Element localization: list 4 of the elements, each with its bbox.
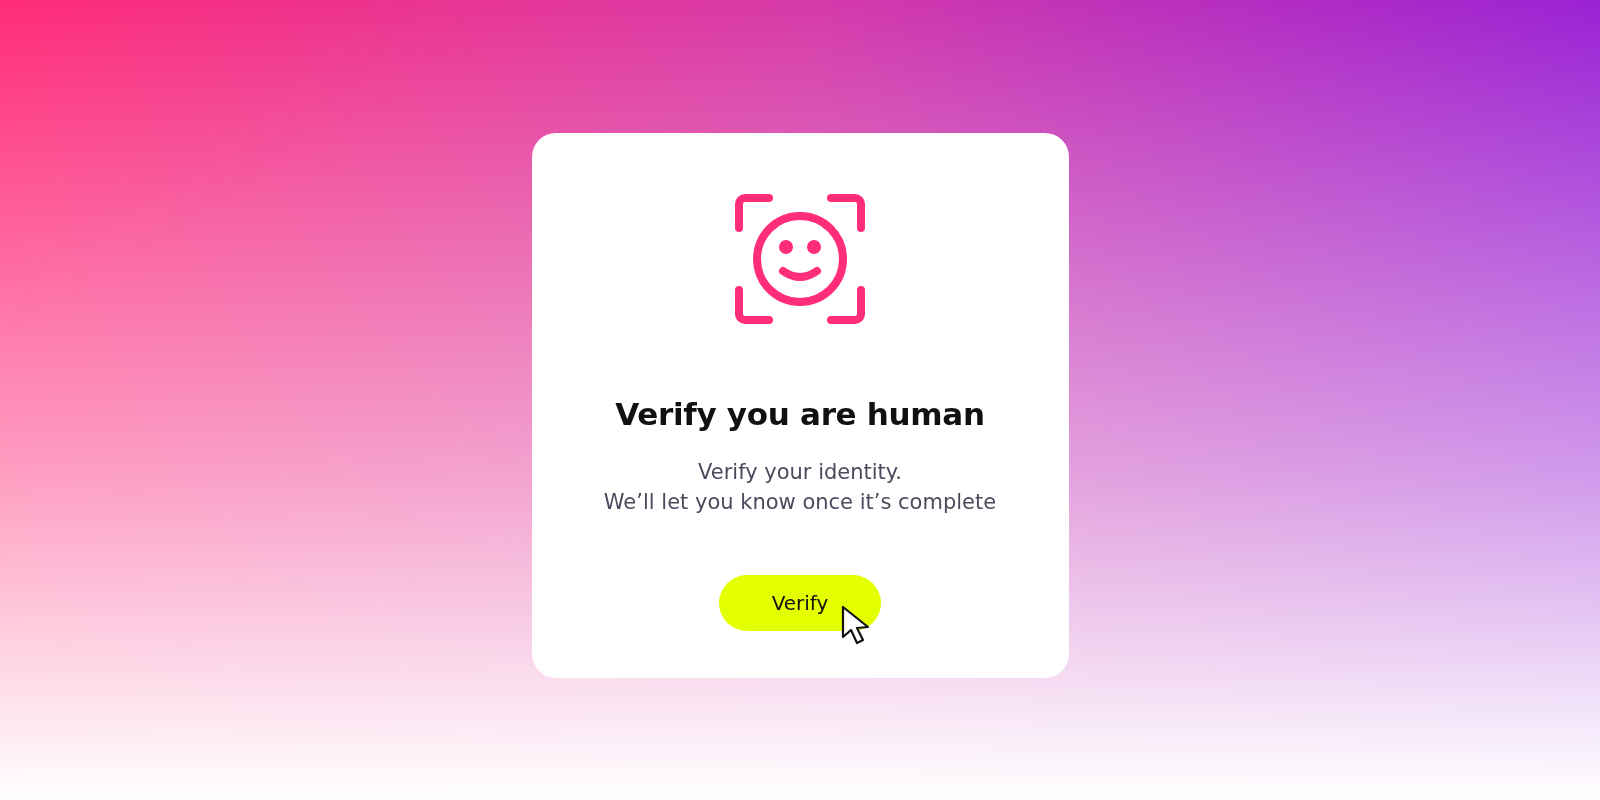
verify-button[interactable]: Verify <box>719 575 881 631</box>
dialog-title: Verify you are human <box>615 396 985 432</box>
face-scan-icon <box>735 194 865 324</box>
dialog-message: Verify your identity. We’ll let you know once it’s complete <box>603 459 997 516</box>
